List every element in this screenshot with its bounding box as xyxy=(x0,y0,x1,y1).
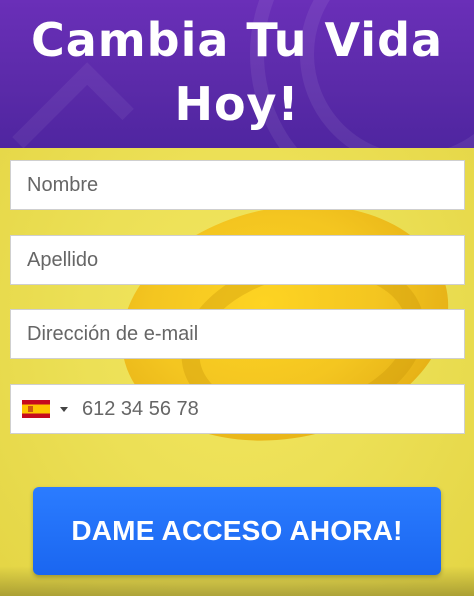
last-name-field-container xyxy=(10,235,465,285)
phone-input[interactable] xyxy=(68,385,464,433)
phone-field-container xyxy=(10,384,465,434)
landing-page: Cambia Tu Vida Hoy! DAME ACCESO AHORA! xyxy=(0,0,474,596)
email-input[interactable] xyxy=(11,310,464,358)
country-dropdown-caret-icon[interactable] xyxy=(60,406,68,412)
spain-flag-icon[interactable] xyxy=(22,400,50,418)
first-name-field-container xyxy=(10,160,465,210)
last-name-input[interactable] xyxy=(11,236,464,284)
header-banner: Cambia Tu Vida Hoy! xyxy=(0,0,474,148)
submit-access-button[interactable]: DAME ACCESO AHORA! xyxy=(33,487,441,575)
page-title: Cambia Tu Vida Hoy! xyxy=(30,13,444,131)
first-name-input[interactable] xyxy=(11,161,464,209)
email-field-container xyxy=(10,309,465,359)
